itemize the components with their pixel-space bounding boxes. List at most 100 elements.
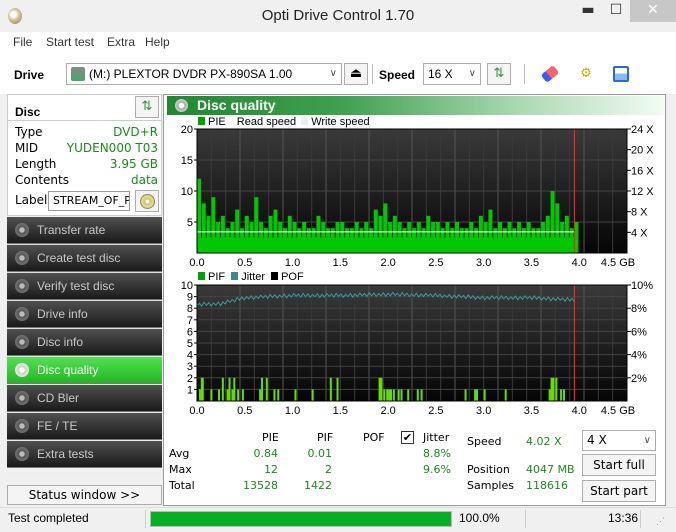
save-button[interactable]	[609, 63, 633, 85]
y-tick-label: 3	[187, 361, 193, 373]
y2-tick-label: 8 X	[631, 207, 648, 219]
start-part-button[interactable]: Start part	[582, 480, 656, 502]
y2-tick-label: 4%	[631, 350, 647, 362]
pif-bar	[241, 389, 244, 401]
nav-extra-tests[interactable]: Extra tests	[7, 441, 162, 468]
pif-bar	[483, 389, 486, 401]
jitter-checkbox[interactable]: ✔	[401, 431, 414, 444]
eject-button[interactable]: ⏏	[344, 63, 368, 85]
test-speed-select[interactable]: 4 X ∨	[582, 430, 656, 451]
status-text: Test completed	[8, 511, 89, 525]
refresh-icon: ⇅	[141, 99, 153, 114]
menu-bar: File Start test Extra Help	[0, 32, 676, 52]
x-tick-label: 2.5	[428, 257, 443, 269]
pif-bar	[226, 389, 229, 401]
cd-icon	[140, 194, 155, 209]
close-button[interactable]: ✕	[630, 0, 676, 22]
max-jitter: 9.6%	[423, 463, 451, 476]
y2-tick-label: 20 X	[631, 145, 654, 157]
disc-contents-label: Contents	[15, 173, 69, 187]
pif-bar	[201, 377, 204, 401]
disc-refresh-button[interactable]: ⇅	[135, 96, 159, 118]
pif-bar	[397, 389, 400, 401]
pif-bar	[218, 389, 221, 401]
disc-icon	[15, 391, 29, 405]
speed-select[interactable]: 16 X ∨	[423, 63, 481, 85]
disc-mid-value: YUDEN000 T03	[66, 141, 158, 155]
pif-bar	[550, 377, 553, 401]
menu-file[interactable]: File	[13, 35, 32, 49]
x-tick-label: 4.0	[572, 257, 587, 269]
status-window-button[interactable]: Status window >>	[7, 485, 162, 505]
disc-length-row: Length 3.95 GB	[15, 157, 158, 173]
gear-icon: ⚙	[580, 66, 592, 81]
y-tick-label: 4	[187, 350, 193, 362]
pif-bar	[380, 377, 383, 401]
avg-pie: 0.84	[253, 447, 279, 460]
menu-start-test[interactable]: Start test	[46, 35, 94, 49]
nav-cd-bler[interactable]: CD Bler	[7, 385, 162, 412]
y-tick-label: 5	[187, 338, 193, 350]
menu-help[interactable]: Help	[145, 35, 170, 49]
disc-icon	[15, 307, 29, 321]
disc-info-panel: Disc ⇅ Type DVD+R MID YUDEN000 T03 Length 3…	[7, 94, 162, 216]
pif-bar	[392, 389, 395, 401]
nav-transfer-rate[interactable]: Transfer rate	[7, 217, 162, 244]
pif-jitter-chart: 12345678910 2% 4% 6% 8% 10% 0.0 0.5 1.0 1.5 2.0 2.5…	[181, 281, 653, 417]
pif-bar	[233, 377, 236, 401]
x-tick-label: 1.0	[285, 405, 300, 417]
pif-bar	[273, 389, 276, 401]
pif-bar	[407, 389, 410, 401]
start-full-button[interactable]: Start full	[582, 454, 656, 476]
pif-bar	[386, 389, 389, 401]
settings-button[interactable]: ⚙	[574, 63, 598, 85]
erase-button[interactable]	[538, 63, 562, 85]
x-tick-label: 3.5	[524, 405, 539, 417]
y-tick-label: 6	[187, 326, 193, 338]
nav-disc-quality[interactable]: Disc quality	[7, 357, 162, 384]
pif-bar	[231, 389, 234, 401]
nav-drive-info[interactable]: Drive info	[7, 301, 162, 328]
nav-create-test-disc[interactable]: Create test disc	[7, 245, 162, 272]
disc-label-button[interactable]	[135, 190, 159, 212]
disc-icon	[175, 99, 188, 112]
nav-label: Extra tests	[37, 447, 94, 461]
maximize-button[interactable]: ☐	[602, 0, 630, 22]
disc-icon	[15, 363, 29, 377]
pif-bar	[311, 389, 314, 401]
drive-value: (M:) PLEXTOR DVDR PX-890SA 1.00	[89, 67, 293, 81]
divider	[8, 120, 161, 121]
nav-verify-test-disc[interactable]: Verify test disc	[7, 273, 162, 300]
total-pif: 1422	[304, 479, 332, 492]
y-tick-label: 10	[181, 281, 193, 292]
header-pof: POF	[363, 431, 385, 444]
x-tick-label: 1.5	[333, 257, 348, 269]
speed-stat-value: 4.02 X	[526, 435, 562, 448]
y2-tick-label: 6%	[631, 326, 647, 338]
y-tick-label: 9	[187, 292, 193, 304]
nav-label: Disc info	[37, 335, 84, 349]
x-tick-label: 3.0	[476, 257, 491, 269]
y-tick-label: 8	[187, 303, 193, 315]
nav-label: Disc quality	[37, 363, 99, 377]
pif-bar	[416, 389, 419, 401]
pif-bar	[420, 389, 423, 401]
nav-disc-info[interactable]: Disc info	[7, 329, 162, 356]
disc-label-input[interactable]: STREAM_OF_P	[48, 191, 130, 211]
drive-select[interactable]: (M:) PLEXTOR DVDR PX-890SA 1.00 ∨	[66, 63, 342, 85]
disc-contents-value: data	[130, 173, 158, 187]
menu-extra[interactable]: Extra	[107, 35, 135, 49]
pif-bar	[552, 377, 555, 401]
pif-bar	[383, 389, 386, 401]
pif-bar	[548, 389, 551, 401]
minimize-button[interactable]: ▬	[574, 0, 602, 22]
pif-bar	[265, 377, 268, 401]
pif-bar	[504, 389, 507, 401]
y2-tick-label: 24 X	[631, 125, 654, 136]
refresh-speed-button[interactable]: ⇅	[487, 63, 511, 85]
pif-bar	[329, 377, 332, 401]
resize-grip-icon[interactable]: ⋰	[656, 516, 665, 527]
pif-bar	[400, 389, 403, 401]
panel-title: Disc quality	[197, 97, 276, 113]
nav-fe-te[interactable]: FE / TE	[7, 413, 162, 440]
